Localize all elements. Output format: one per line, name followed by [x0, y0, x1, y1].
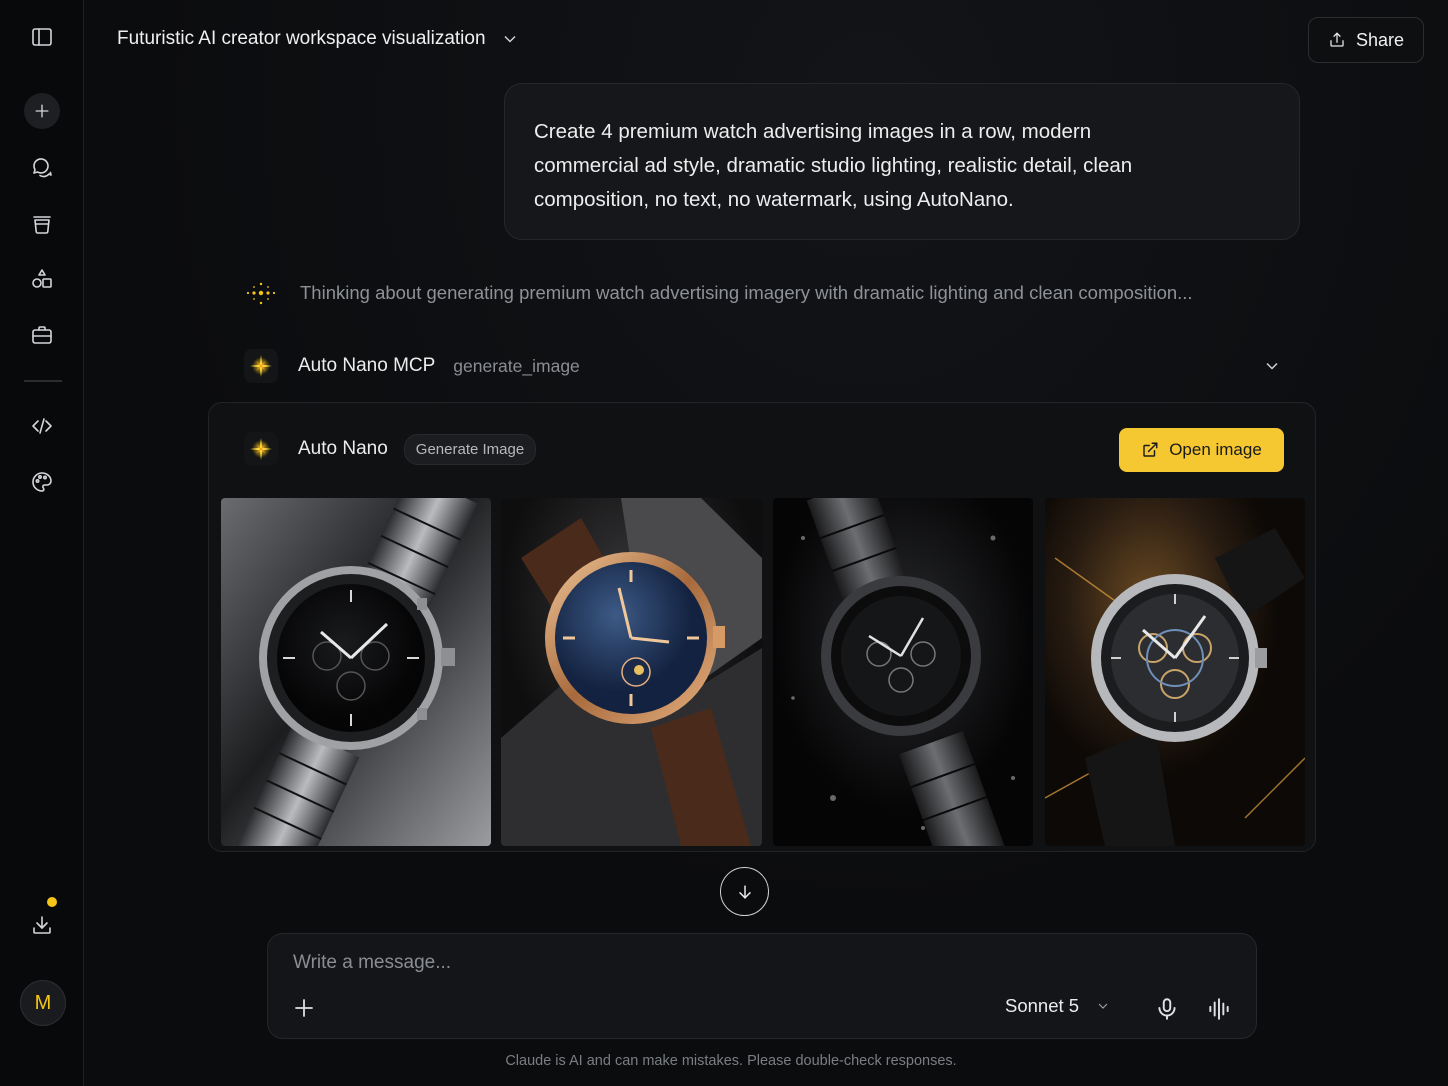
tool-name: generate_image	[453, 355, 580, 376]
generated-image-4[interactable]	[1045, 498, 1305, 846]
conversation-title-dropdown[interactable]: Futuristic AI creator workspace visualiz…	[117, 28, 520, 50]
model-selector[interactable]: Sonnet 5	[1005, 995, 1111, 1017]
card-header: Auto Nano Generate Image	[244, 432, 537, 466]
sidebar: M	[0, 0, 84, 1086]
open-image-label: Open image	[1169, 440, 1262, 459]
artifacts-icon[interactable]	[20, 257, 64, 301]
open-image-button[interactable]: Open image	[1119, 428, 1284, 472]
scroll-to-bottom-button[interactable]	[720, 867, 769, 916]
sidebar-divider	[24, 380, 62, 382]
microphone-icon	[1158, 998, 1176, 1020]
briefcase-icon[interactable]	[20, 313, 64, 357]
sparkle-icon	[250, 438, 272, 460]
user-message: Create 4 premium watch advertising image…	[504, 83, 1300, 240]
chevron-down-icon	[504, 35, 516, 43]
microphone-button[interactable]	[1154, 996, 1180, 1022]
message-input[interactable]	[293, 948, 1193, 978]
sparkle-icon	[250, 355, 272, 377]
chevron-down-icon	[1098, 1003, 1108, 1009]
message-composer: Sonnet 5	[267, 933, 1257, 1039]
tool-call-header[interactable]: Auto Nano MCP generate_image	[244, 346, 1284, 386]
share-label: Share	[1355, 29, 1405, 50]
card-badge: Generate Image	[403, 433, 537, 465]
chevron-down-icon[interactable]	[1262, 356, 1282, 376]
share-icon	[1330, 32, 1344, 47]
add-attachment-button[interactable]	[292, 996, 316, 1020]
code-icon[interactable]	[20, 404, 64, 448]
thinking-text: Thinking about generating premium watch …	[300, 282, 1193, 303]
image-result-card: Auto Nano Generate Image Open image	[208, 402, 1316, 852]
notification-dot	[47, 897, 57, 907]
avatar[interactable]: M	[20, 980, 66, 1026]
share-button[interactable]: Share	[1308, 17, 1424, 63]
auto-nano-logo	[244, 432, 278, 466]
new-chat-button[interactable]	[24, 93, 60, 129]
voice-mode-button[interactable]	[1206, 996, 1232, 1022]
arrow-down-icon	[738, 884, 751, 899]
palette-icon[interactable]	[20, 460, 64, 504]
user-message-text: Create 4 premium watch advertising image…	[534, 120, 1133, 211]
generated-image-3[interactable]	[773, 498, 1033, 846]
sparkle-dots-icon	[246, 282, 276, 305]
chats-icon[interactable]	[20, 145, 64, 189]
disclaimer: Claude is AI and can make mistakes. Plea…	[505, 1053, 957, 1069]
plus-icon	[295, 999, 313, 1017]
external-link-icon	[1143, 442, 1158, 457]
generated-image-1[interactable]	[221, 498, 491, 846]
thinking-indicator: Thinking about generating premium watch …	[244, 276, 1193, 310]
plus-icon	[35, 104, 49, 118]
projects-icon[interactable]	[20, 202, 64, 246]
download-icon[interactable]	[20, 903, 64, 947]
card-title: Auto Nano	[298, 438, 388, 459]
image-gallery	[221, 498, 1305, 846]
model-name: Sonnet 5	[1005, 995, 1080, 1016]
app-window: M Futuristic AI creator workspace visual…	[0, 0, 1448, 1086]
panel-toggle-icon[interactable]	[20, 15, 64, 59]
generated-image-2[interactable]	[501, 498, 762, 846]
page-title: Futuristic AI creator workspace visualiz…	[117, 28, 486, 49]
waveform-icon	[1209, 998, 1229, 1020]
auto-nano-logo	[244, 349, 278, 383]
tool-server-name: Auto Nano MCP	[298, 355, 436, 376]
